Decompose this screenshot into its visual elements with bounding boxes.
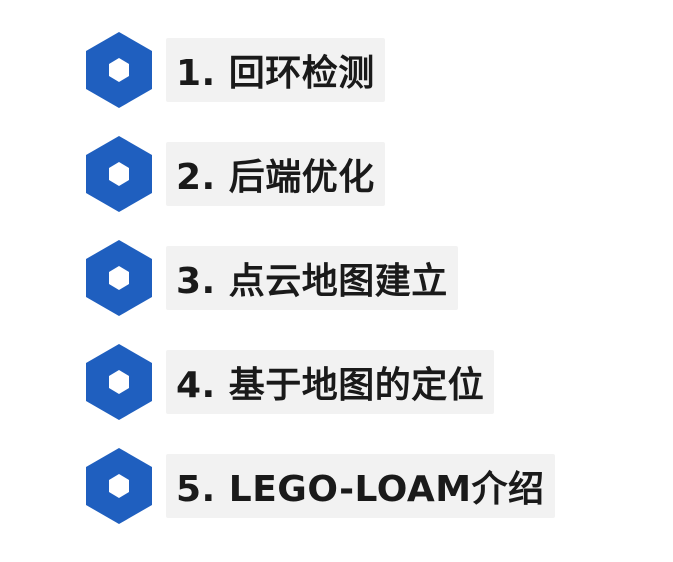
- list-item: 1. 回环检测: [84, 18, 644, 122]
- item-label-box: 2. 后端优化: [166, 142, 385, 206]
- list-item: 4. 基于地图的定位: [84, 330, 644, 434]
- item-label-box: 4. 基于地图的定位: [166, 350, 495, 414]
- item-label-box: 3. 点云地图建立: [166, 246, 458, 310]
- hexagon-icon: [84, 238, 154, 318]
- item-label: 2. 后端优化: [176, 157, 375, 198]
- item-label: 1. 回环检测: [176, 53, 375, 94]
- list-item: 5. LEGO-LOAM介绍: [84, 434, 644, 538]
- topic-list: 1. 回环检测 2. 后端优化 3. 点云地图建立 4. 基于地图的定位 5. …: [84, 18, 644, 538]
- hexagon-icon: [84, 134, 154, 214]
- list-item: 3. 点云地图建立: [84, 226, 644, 330]
- hexagon-icon: [84, 342, 154, 422]
- item-label: 4. 基于地图的定位: [176, 365, 485, 406]
- hexagon-icon: [84, 30, 154, 110]
- hexagon-icon: [84, 446, 154, 526]
- list-item: 2. 后端优化: [84, 122, 644, 226]
- item-label: 5. LEGO-LOAM介绍: [176, 469, 545, 510]
- item-label: 3. 点云地图建立: [176, 261, 448, 302]
- item-label-box: 1. 回环检测: [166, 38, 385, 102]
- item-label-box: 5. LEGO-LOAM介绍: [166, 454, 555, 518]
